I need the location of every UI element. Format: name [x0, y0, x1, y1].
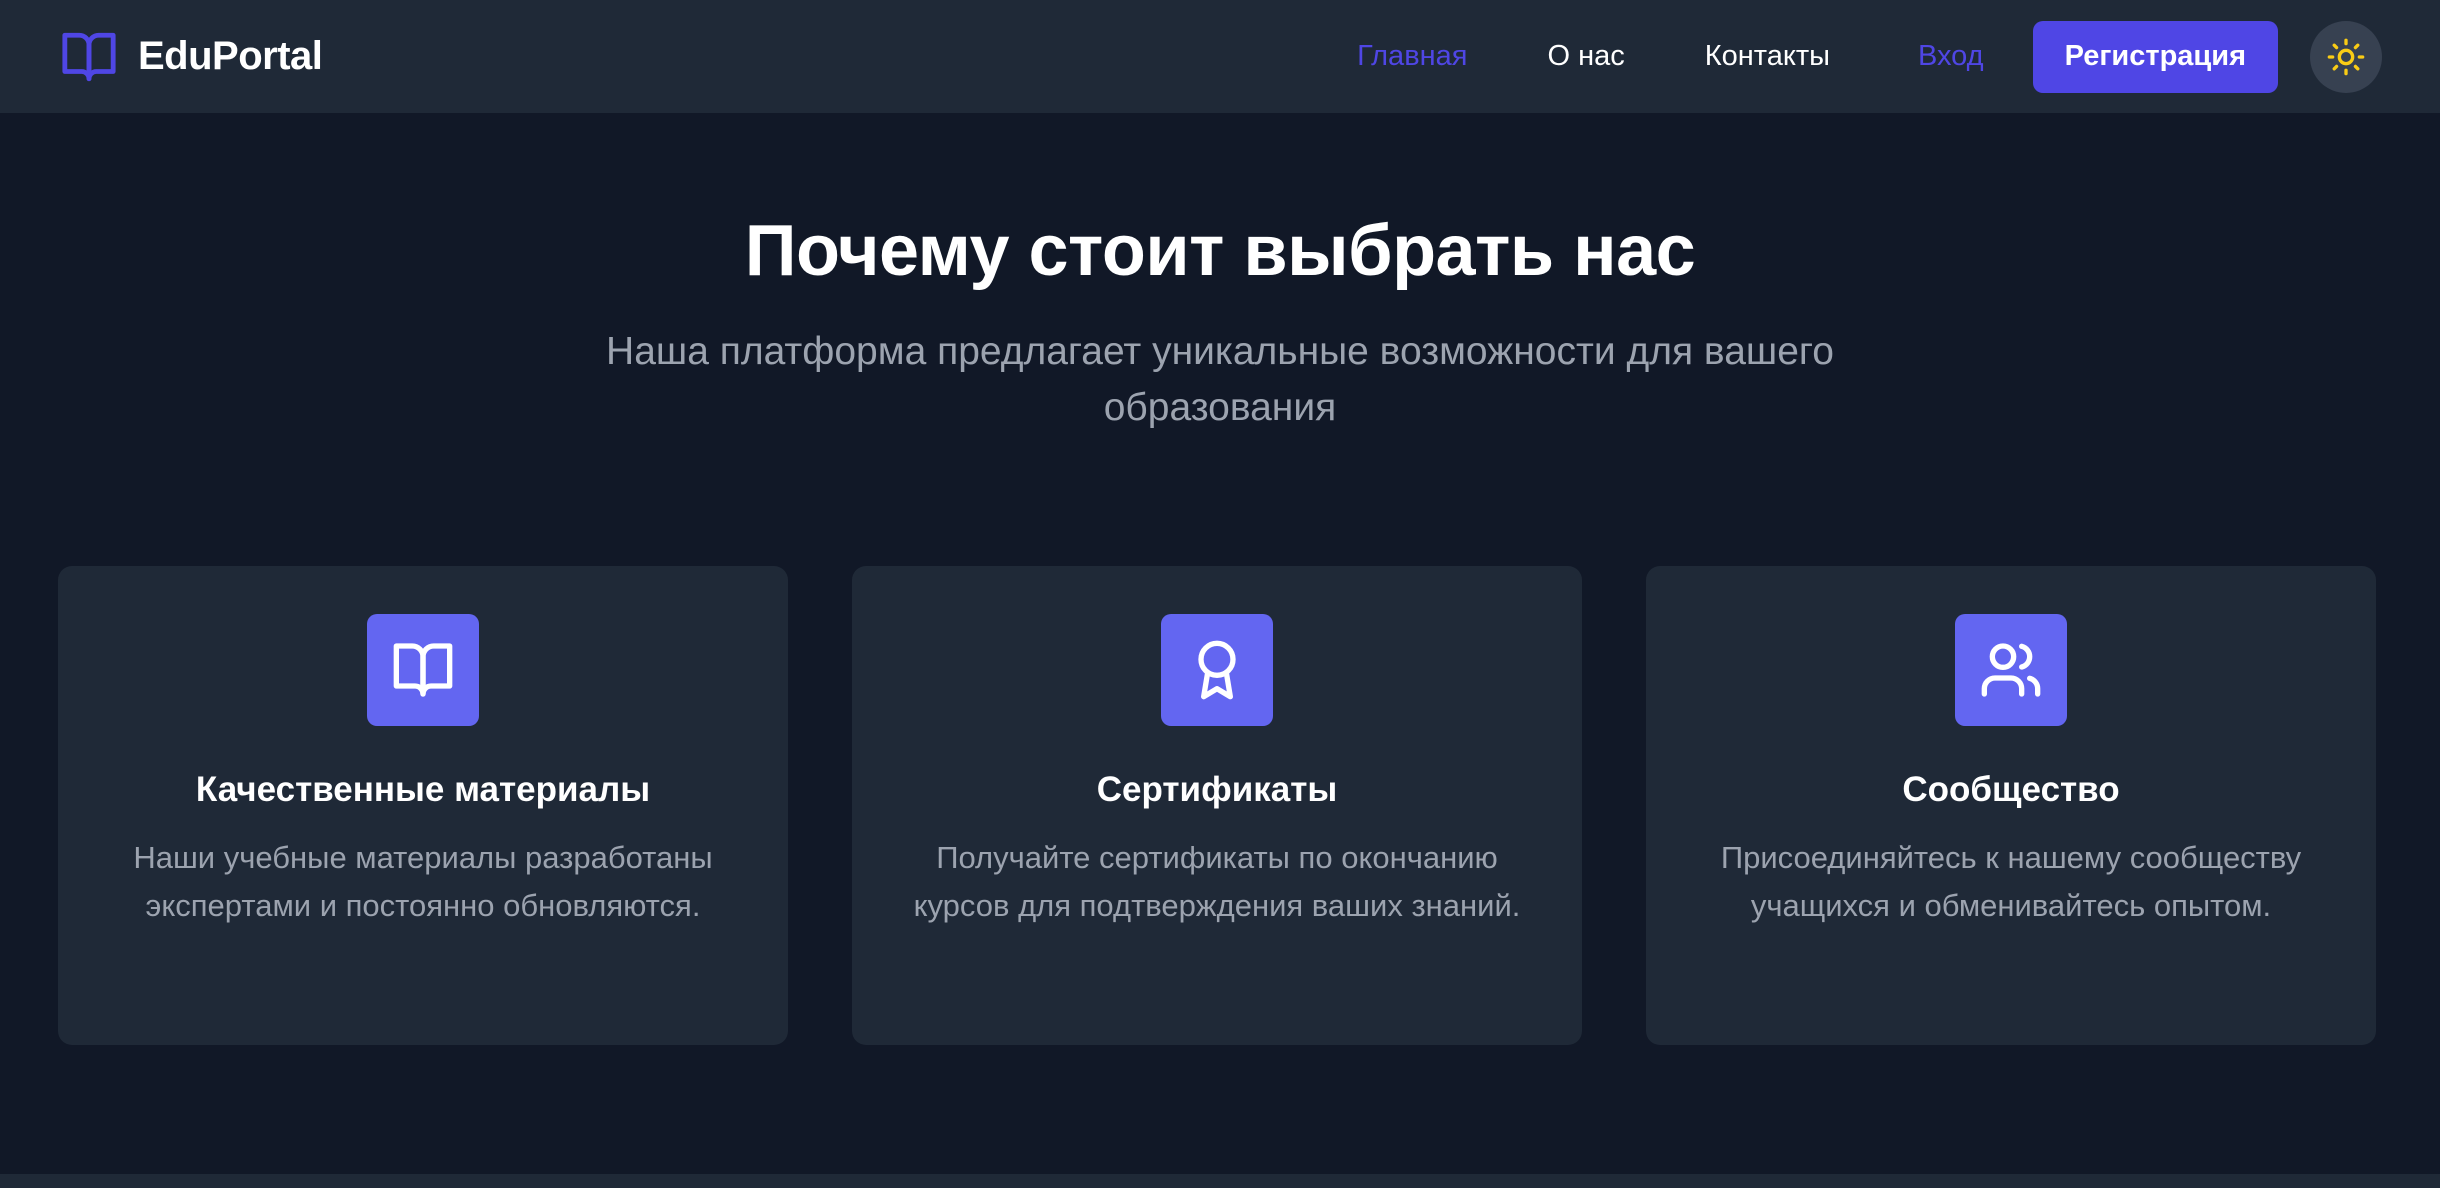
feature-card-certificates: Сертификаты Получайте сертификаты по око… — [852, 566, 1582, 1045]
theme-toggle-button[interactable] — [2310, 20, 2382, 93]
nav-link-contacts[interactable]: Контакты — [1705, 40, 1830, 73]
login-link[interactable]: Вход — [1918, 40, 1984, 73]
book-open-icon — [393, 643, 453, 697]
feature-icon-tile — [1955, 614, 2067, 726]
nav-link-home[interactable]: Главная — [1357, 40, 1467, 73]
nav-link-about[interactable]: О нас — [1547, 40, 1624, 73]
feature-card-materials: Качественные материалы Наши учебные мате… — [58, 566, 788, 1045]
site-header: EduPortal Главная О нас Контакты Вход Ре… — [0, 0, 2440, 113]
brand-name: EduPortal — [138, 34, 323, 78]
footer-edge — [0, 1174, 2440, 1188]
register-button[interactable]: Регистрация — [2032, 20, 2278, 93]
section-subtitle: Наша платформа предлагает уникальные воз… — [606, 330, 1834, 429]
feature-card-text: Присоединяйтесь к нашему сообществу учащ… — [1720, 840, 2302, 923]
users-icon — [1981, 643, 2041, 697]
feature-card-community: Сообщество Присоединяйтесь к нашему сооб… — [1646, 566, 2376, 1045]
award-icon — [1198, 640, 1236, 700]
sun-icon — [2327, 38, 2365, 75]
feature-icon-tile — [367, 614, 479, 726]
main-nav: Главная О нас Контакты Вход Регистрация — [1277, 20, 2382, 93]
feature-card-title: Качественные материалы — [195, 770, 651, 809]
feature-cards: Качественные материалы Наши учебные мате… — [58, 566, 2376, 1045]
section-title: Почему стоит выбрать нас — [744, 211, 1696, 291]
book-open-icon — [62, 32, 116, 81]
brand-logo-link[interactable]: EduPortal — [58, 28, 323, 86]
feature-card-title: Сертификаты — [1096, 770, 1338, 809]
feature-card-text: Получайте сертификаты по окончанию курсо… — [913, 840, 1521, 923]
feature-card-text: Наши учебные материалы разработаны экспе… — [133, 840, 713, 923]
feature-card-title: Сообщество — [1902, 770, 2120, 809]
feature-icon-tile — [1161, 614, 1273, 726]
page: EduPortal Главная О нас Контакты Вход Ре… — [0, 0, 2440, 1188]
